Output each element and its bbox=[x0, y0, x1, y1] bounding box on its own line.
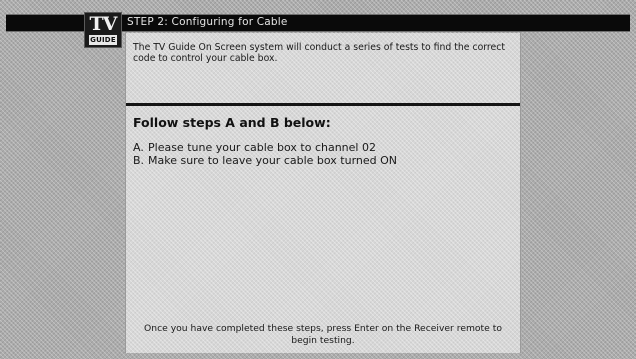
steps-heading: Follow steps A and B below: bbox=[133, 115, 331, 130]
step-text: Please tune your cable box to channel 02 bbox=[148, 141, 376, 154]
logo-guide-text: GUIDE bbox=[89, 35, 117, 45]
logo-tv-text: TV bbox=[89, 13, 118, 35]
step-item-b: B. Make sure to leave your cable box turn… bbox=[133, 154, 513, 167]
page-title: STEP 2: Configuring for Cable bbox=[127, 16, 288, 28]
step-item-a: A. Please tune your cable box to channel … bbox=[133, 141, 513, 154]
intro-text: The TV Guide On Screen system will condu… bbox=[133, 42, 506, 64]
step-list: A. Please tune your cable box to channel … bbox=[133, 141, 513, 167]
divider bbox=[126, 103, 520, 106]
step-letter: A. bbox=[133, 141, 144, 154]
setup-panel: The TV Guide On Screen system will condu… bbox=[125, 33, 521, 353]
footer-instruction: Once you have completed these steps, pre… bbox=[144, 323, 502, 346]
tv-guide-screen: STEP 2: Configuring for Cable TV GUIDE T… bbox=[0, 0, 636, 359]
step-letter: B. bbox=[133, 154, 145, 167]
step-text: Make sure to leave your cable box turned… bbox=[148, 154, 398, 167]
tv-guide-logo: TV GUIDE bbox=[84, 12, 122, 48]
